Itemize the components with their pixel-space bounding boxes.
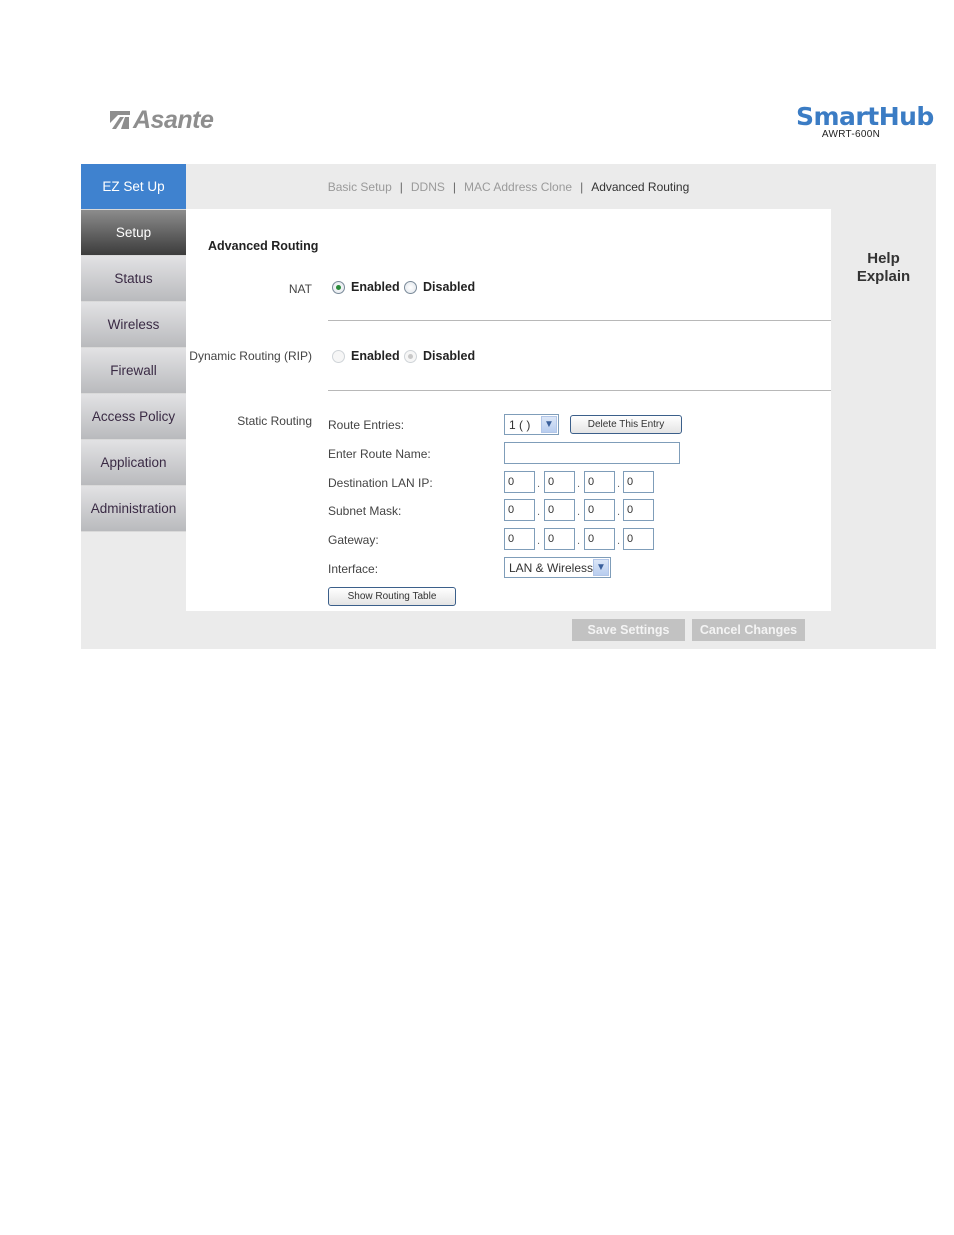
sidebar-item-ez-set-up[interactable]: EZ Set Up [81, 164, 186, 210]
subnet-octet-2[interactable]: 0 [544, 499, 575, 521]
sidebar-item-administration[interactable]: Administration [81, 486, 186, 532]
rip-enabled-radio[interactable] [332, 349, 345, 363]
subnav-advanced-routing[interactable]: Advanced Routing [591, 180, 689, 194]
rip-enabled-option[interactable]: Enabled [332, 349, 400, 363]
gateway-octet-1[interactable]: 0 [504, 528, 535, 550]
ip-dot: . [617, 535, 621, 547]
ip-dot: . [537, 478, 541, 490]
asante-logo-text: Asante [133, 106, 214, 134]
chevron-down-icon[interactable]: ▼ [593, 559, 609, 576]
interface-value: LAN & Wireless [509, 560, 594, 575]
route-name-label: Enter Route Name: [328, 447, 431, 461]
chevron-down-icon[interactable]: ▼ [541, 416, 557, 433]
subnet-octet-4[interactable]: 0 [623, 499, 654, 521]
delete-entry-button[interactable]: Delete This Entry [570, 415, 682, 434]
nat-enabled-label: Enabled [351, 280, 400, 294]
sidebar-item-wireless[interactable]: Wireless [81, 302, 186, 348]
route-entries-label: Route Entries: [328, 418, 405, 432]
nat-disabled-radio[interactable] [404, 280, 417, 294]
dest-ip-label: Destination LAN IP: [328, 476, 433, 490]
divider [328, 390, 831, 391]
dest-ip-octet-1[interactable]: 0 [504, 471, 535, 493]
ip-dot: . [537, 506, 541, 518]
rip-disabled-label: Disabled [423, 349, 476, 363]
ip-dot: . [617, 506, 621, 518]
nat-enabled-radio[interactable] [332, 280, 345, 294]
subnet-octet-1[interactable]: 0 [504, 499, 535, 521]
sidebar-item-firewall[interactable]: Firewall [81, 348, 186, 394]
nat-enabled-option[interactable]: Enabled [332, 280, 400, 294]
ip-dot: . [577, 478, 581, 490]
show-routing-table-button[interactable]: Show Routing Table [328, 587, 456, 606]
subnav-basic-setup[interactable]: Basic Setup [328, 180, 392, 194]
interface-select[interactable]: LAN & Wireless ▼ [504, 557, 611, 578]
content-panel [186, 209, 831, 611]
interface-label: Interface: [328, 562, 379, 576]
nat-disabled-label: Disabled [423, 280, 476, 294]
rip-enabled-label: Enabled [351, 349, 400, 363]
sidebar-item-setup[interactable]: Setup [81, 210, 186, 256]
route-entries-select[interactable]: 1 ( ) ▼ [504, 414, 559, 435]
subnet-mask-label: Subnet Mask: [328, 504, 402, 518]
cancel-changes-button[interactable]: Cancel Changes [692, 619, 805, 641]
subnav-separator: | [452, 179, 457, 194]
subnet-octet-3[interactable]: 0 [584, 499, 615, 521]
ip-dot: . [617, 478, 621, 490]
save-settings-button[interactable]: Save Settings [572, 619, 685, 641]
ip-dot: . [577, 535, 581, 547]
ip-dot: . [577, 506, 581, 518]
setup-subnav: Basic Setup | DDNS | MAC Address Clone |… [186, 164, 831, 209]
route-entries-value: 1 ( ) [509, 417, 531, 432]
help-explain: Explain [856, 268, 911, 285]
rip-label: Dynamic Routing (RIP) [189, 349, 312, 363]
section-title: Advanced Routing [208, 239, 319, 253]
rip-disabled-option[interactable]: Disabled [404, 349, 475, 363]
dest-ip-octet-4[interactable]: 0 [623, 471, 654, 493]
rip-disabled-radio[interactable] [404, 349, 417, 363]
smarthub-logo: SmartHub AWRT-600N [796, 102, 934, 141]
nat-disabled-option[interactable]: Disabled [404, 280, 475, 294]
route-name-input[interactable] [504, 442, 680, 464]
static-routing-label: Static Routing [237, 414, 312, 428]
sidebar-item-access-policy[interactable]: Access Policy [81, 394, 186, 440]
sidebar-nav: EZ Set Up Setup Status Wireless Firewall… [81, 164, 186, 532]
gateway-octet-4[interactable]: 0 [623, 528, 654, 550]
subnav-ddns[interactable]: DDNS [411, 180, 445, 194]
gateway-octet-3[interactable]: 0 [584, 528, 615, 550]
dest-ip-octet-2[interactable]: 0 [544, 471, 575, 493]
help-panel: Help Explain [831, 250, 936, 286]
gateway-label: Gateway: [328, 533, 379, 547]
divider [328, 320, 831, 321]
subnav-mac-address-clone[interactable]: MAC Address Clone [464, 180, 572, 194]
subnav-separator: | [580, 179, 584, 194]
nat-label: NAT [288, 282, 312, 296]
dest-ip-octet-3[interactable]: 0 [584, 471, 615, 493]
smarthub-brand: SmartHub [796, 102, 934, 131]
ip-dot: . [537, 535, 541, 547]
asante-logo: Asante [110, 106, 214, 135]
gateway-octet-2[interactable]: 0 [544, 528, 575, 550]
asante-logo-mark-icon [110, 110, 130, 131]
help-title: Help [867, 250, 900, 267]
sidebar-item-status[interactable]: Status [81, 256, 186, 302]
subnav-separator: | [399, 179, 403, 194]
sidebar-item-application[interactable]: Application [81, 440, 186, 486]
